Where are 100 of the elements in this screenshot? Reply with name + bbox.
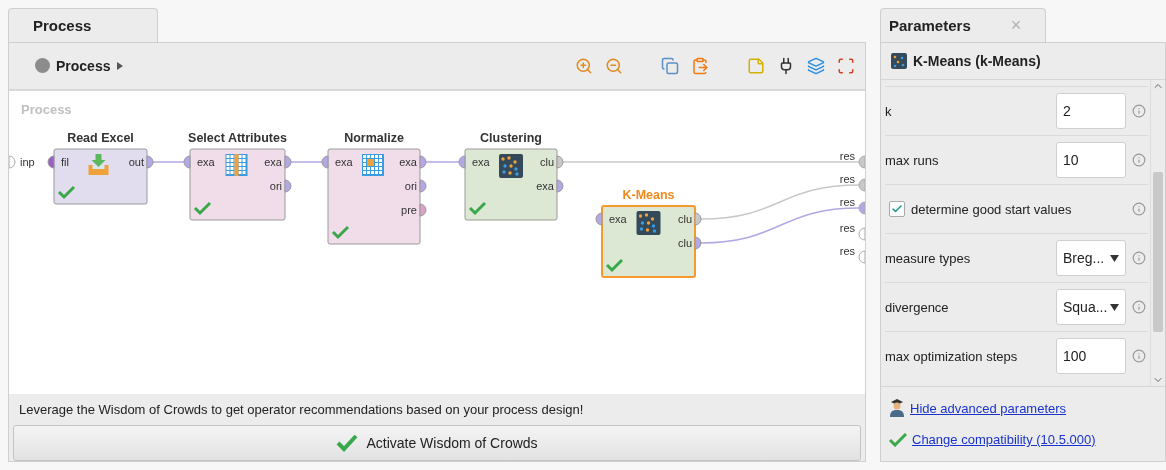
input-port[interactable] — [47, 155, 55, 169]
caret-icon — [116, 61, 125, 70]
zoom-out-icon[interactable] — [605, 56, 623, 75]
recommendation-message: Leverage the Wisdom of Crowds to get operator recommendations based on your process design! — [18, 402, 585, 417]
check-icon — [891, 203, 903, 215]
check-icon — [889, 432, 907, 447]
input-port[interactable] — [595, 212, 603, 226]
note-icon[interactable] — [747, 56, 765, 75]
import-icon — [88, 153, 109, 175]
canvas-title: Process — [21, 101, 72, 117]
port-label: exa — [264, 155, 282, 168]
layers-icon[interactable] — [807, 56, 825, 75]
port-label: exa — [335, 155, 353, 168]
checkbox-label: determine good start values — [911, 201, 1072, 217]
info-icon[interactable] — [1132, 104, 1146, 118]
port-label: out — [128, 155, 144, 168]
port-label: exa — [197, 155, 215, 168]
output-port[interactable] — [694, 212, 702, 226]
info-icon[interactable] — [1132, 251, 1146, 265]
output-port[interactable] — [419, 179, 427, 193]
dropdown-arrow-icon — [1110, 303, 1119, 311]
info-icon[interactable] — [1132, 349, 1146, 363]
port-label: inp — [20, 155, 35, 168]
breadcrumb[interactable]: Process — [35, 57, 125, 74]
dropdown-arrow-icon — [1110, 254, 1119, 262]
table-icon — [362, 153, 384, 176]
result-port[interactable] — [858, 201, 865, 215]
output-port[interactable] — [284, 179, 292, 193]
scatter-icon — [499, 153, 523, 178]
number-field[interactable]: 10 — [1056, 142, 1126, 178]
info-icon[interactable] — [1132, 300, 1146, 314]
connection-line — [290, 161, 323, 163]
port-label: ori — [404, 179, 417, 192]
operator-node[interactable] — [189, 148, 286, 221]
port-label: res — [839, 195, 855, 208]
port-label: res — [839, 149, 855, 162]
input-port[interactable] — [458, 155, 466, 169]
output-port[interactable] — [556, 155, 564, 169]
output-port[interactable] — [146, 155, 154, 169]
graduate-icon — [889, 399, 905, 417]
port-label: exa — [609, 212, 627, 225]
port-label: exa — [399, 155, 417, 168]
port-label: res — [839, 244, 855, 257]
zoom-in-icon[interactable] — [575, 56, 593, 75]
input-port[interactable] — [9, 155, 16, 169]
result-port[interactable] — [858, 250, 865, 264]
result-port[interactable] — [858, 155, 865, 169]
input-port[interactable] — [183, 155, 191, 169]
info-icon[interactable] — [1132, 202, 1146, 216]
operator-node[interactable] — [464, 148, 558, 221]
fit-icon[interactable] — [837, 56, 855, 75]
port-label: clu — [539, 155, 554, 168]
output-port[interactable] — [419, 155, 427, 169]
output-port[interactable] — [556, 179, 564, 193]
operator-node[interactable] — [327, 148, 421, 245]
footer-link[interactable]: Change compatibility (10.5.000) — [889, 432, 1096, 447]
scrollbar[interactable] — [1150, 80, 1165, 386]
result-port[interactable] — [858, 178, 865, 192]
operator-title: Select Attributes — [188, 130, 287, 145]
paste-icon[interactable] — [691, 56, 709, 75]
result-port[interactable] — [858, 227, 865, 241]
parameters-tab[interactable]: Parameters × — [880, 8, 1046, 42]
checkbox[interactable] — [889, 201, 905, 217]
operator-title: K-Means — [622, 187, 675, 202]
footer-link[interactable]: Hide advanced parameters — [889, 399, 1067, 417]
output-port[interactable] — [694, 236, 702, 250]
dropdown[interactable]: Breg... — [1056, 240, 1126, 276]
activate-button[interactable]: Activate Wisdom of Crowds — [13, 425, 861, 461]
connection-line — [425, 161, 460, 163]
number-field[interactable]: 2 — [1056, 93, 1126, 129]
process-tab[interactable]: Process — [8, 8, 158, 42]
port-label: pre — [401, 203, 417, 216]
parameter-label: divergence — [885, 299, 950, 315]
parameter-label: max runs — [885, 152, 940, 168]
port-label: clu — [677, 236, 692, 249]
port-label: res — [839, 221, 855, 234]
port-label: exa — [536, 179, 554, 192]
operator-heading: K-Means (k-Means) — [913, 53, 1041, 69]
operator-title: Normalize — [344, 130, 404, 145]
operator-title: Clustering — [480, 130, 542, 145]
port-label: ori — [269, 179, 282, 192]
info-icon[interactable] — [1132, 153, 1146, 167]
output-port[interactable] — [419, 203, 427, 217]
connection-line — [152, 161, 185, 163]
scatter-icon — [891, 53, 907, 69]
port-label: fil — [61, 155, 69, 168]
input-port[interactable] — [321, 155, 329, 169]
process-icon — [35, 58, 50, 74]
dropdown[interactable]: Squa... — [1056, 289, 1126, 325]
parameter-label: measure types — [885, 250, 972, 266]
port-label: clu — [677, 212, 692, 225]
scroll-thumb[interactable] — [1153, 172, 1163, 332]
parameter-label: k — [885, 103, 893, 119]
parameter-label: max optimization steps — [885, 348, 1019, 364]
number-field[interactable]: 100 — [1056, 338, 1126, 374]
port-label: res — [839, 172, 855, 185]
check-icon — [336, 434, 359, 452]
output-port[interactable] — [284, 155, 292, 169]
operator-node[interactable] — [53, 148, 148, 205]
copy-icon[interactable] — [661, 56, 679, 75]
